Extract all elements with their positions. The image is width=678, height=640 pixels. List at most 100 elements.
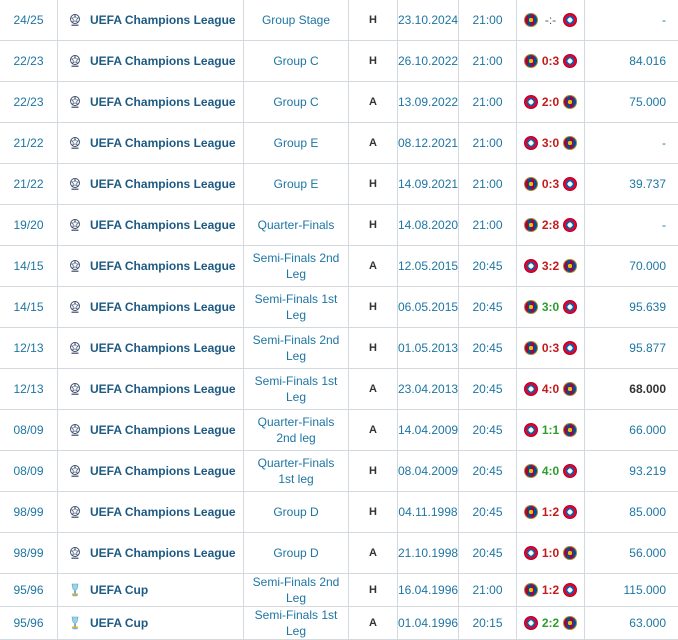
match-score-link[interactable]: 1:2: [542, 505, 559, 519]
competition-link[interactable]: UEFA Champions League: [90, 504, 236, 520]
bayern-munich-crest-icon[interactable]: [563, 218, 577, 232]
ucl-icon[interactable]: [68, 382, 82, 396]
fc-barcelona-crest-icon[interactable]: [524, 505, 538, 519]
fc-barcelona-crest-icon[interactable]: [524, 300, 538, 314]
result-cell: 3:0: [517, 287, 585, 328]
match-score-link[interactable]: -:-: [545, 13, 556, 27]
fc-barcelona-crest-icon[interactable]: [563, 616, 577, 630]
venue-cell: A: [349, 123, 398, 164]
fc-barcelona-crest-icon[interactable]: [524, 177, 538, 191]
attendance-cell: 70.000: [585, 246, 678, 287]
attendance-cell: 93.219: [585, 451, 678, 492]
competition-link[interactable]: UEFA Champions League: [90, 135, 236, 151]
competition-link[interactable]: UEFA Champions League: [90, 545, 236, 561]
bayern-munich-crest-icon[interactable]: [524, 546, 538, 560]
competition-link[interactable]: UEFA Champions League: [90, 12, 236, 28]
ucl-icon[interactable]: [68, 546, 82, 560]
bayern-munich-crest-icon[interactable]: [563, 13, 577, 27]
fc-barcelona-crest-icon[interactable]: [524, 464, 538, 478]
venue-cell: A: [349, 246, 398, 287]
attendance-cell: 84.016: [585, 41, 678, 82]
match-score-link[interactable]: 1:1: [542, 423, 559, 437]
fc-barcelona-crest-icon[interactable]: [563, 546, 577, 560]
match-score-link[interactable]: 0:3: [542, 177, 559, 191]
result-cell: 0:3: [517, 328, 585, 369]
fc-barcelona-crest-icon[interactable]: [524, 218, 538, 232]
venue-cell: H: [349, 492, 398, 533]
bayern-munich-crest-icon[interactable]: [524, 95, 538, 109]
round-cell: Group E: [244, 164, 349, 205]
bayern-munich-crest-icon[interactable]: [563, 54, 577, 68]
bayern-munich-crest-icon[interactable]: [563, 583, 577, 597]
uefa-cup-icon[interactable]: [68, 616, 82, 630]
matches-table-body: 24/25UEFA Champions LeagueGroup StageH23…: [0, 0, 678, 640]
bayern-munich-crest-icon[interactable]: [563, 177, 577, 191]
fc-barcelona-crest-icon[interactable]: [563, 136, 577, 150]
competition-link[interactable]: UEFA Champions League: [90, 422, 236, 438]
match-score-link[interactable]: 2:8: [542, 218, 559, 232]
match-score-link[interactable]: 4:0: [542, 464, 559, 478]
fc-barcelona-crest-icon[interactable]: [563, 382, 577, 396]
competition-link[interactable]: UEFA Champions League: [90, 340, 236, 356]
ucl-icon[interactable]: [68, 341, 82, 355]
table-row: 22/23UEFA Champions LeagueGroup CH26.10.…: [0, 41, 678, 82]
match-score-link[interactable]: 0:3: [542, 341, 559, 355]
bayern-munich-crest-icon[interactable]: [524, 382, 538, 396]
ucl-icon[interactable]: [68, 95, 82, 109]
ucl-icon[interactable]: [68, 13, 82, 27]
result-cell: 2:8: [517, 205, 585, 246]
ucl-icon[interactable]: [68, 136, 82, 150]
bayern-munich-crest-icon[interactable]: [524, 616, 538, 630]
fc-barcelona-crest-icon[interactable]: [524, 13, 538, 27]
venue-cell: A: [349, 607, 398, 640]
bayern-munich-crest-icon[interactable]: [563, 300, 577, 314]
competition-link[interactable]: UEFA Champions League: [90, 94, 236, 110]
competition-link[interactable]: UEFA Champions League: [90, 299, 236, 315]
round-cell: Semi-Finals 1st Leg: [244, 607, 349, 640]
result-cell: 1:0: [517, 533, 585, 574]
bayern-munich-crest-icon[interactable]: [563, 341, 577, 355]
competition-link[interactable]: UEFA Champions League: [90, 176, 236, 192]
fc-barcelona-crest-icon[interactable]: [563, 423, 577, 437]
fc-barcelona-crest-icon[interactable]: [524, 341, 538, 355]
match-score-link[interactable]: 3:0: [542, 300, 559, 314]
fc-barcelona-crest-icon[interactable]: [563, 259, 577, 273]
bayern-munich-crest-icon[interactable]: [524, 136, 538, 150]
match-score-link[interactable]: 3:2: [542, 259, 559, 273]
competition-link[interactable]: UEFA Champions League: [90, 53, 236, 69]
match-score-link[interactable]: 2:0: [542, 95, 559, 109]
ucl-icon[interactable]: [68, 505, 82, 519]
time-cell: 20:45: [459, 369, 517, 410]
competition-cell: UEFA Champions League: [58, 41, 244, 82]
match-score-link[interactable]: 1:2: [542, 583, 559, 597]
competition-link[interactable]: UEFA Champions League: [90, 217, 236, 233]
match-score-link[interactable]: 4:0: [542, 382, 559, 396]
match-score-link[interactable]: 0:3: [542, 54, 559, 68]
ucl-icon[interactable]: [68, 423, 82, 437]
competition-link[interactable]: UEFA Champions League: [90, 381, 236, 397]
bayern-munich-crest-icon[interactable]: [563, 464, 577, 478]
ucl-icon[interactable]: [68, 259, 82, 273]
match-score-link[interactable]: 2:2: [542, 616, 559, 630]
round-cell: Group D: [244, 533, 349, 574]
round-cell: Semi-Finals 1st Leg: [244, 369, 349, 410]
ucl-icon[interactable]: [68, 300, 82, 314]
competition-link[interactable]: UEFA Champions League: [90, 258, 236, 274]
bayern-munich-crest-icon[interactable]: [524, 259, 538, 273]
ucl-icon[interactable]: [68, 54, 82, 68]
ucl-icon[interactable]: [68, 218, 82, 232]
match-score-link[interactable]: 1:0: [542, 546, 559, 560]
uefa-cup-icon[interactable]: [68, 583, 82, 597]
competition-cell: UEFA Champions League: [58, 0, 244, 41]
fc-barcelona-crest-icon[interactable]: [524, 54, 538, 68]
ucl-icon[interactable]: [68, 464, 82, 478]
fc-barcelona-crest-icon[interactable]: [563, 95, 577, 109]
fc-barcelona-crest-icon[interactable]: [524, 583, 538, 597]
bayern-munich-crest-icon[interactable]: [524, 423, 538, 437]
bayern-munich-crest-icon[interactable]: [563, 505, 577, 519]
ucl-icon[interactable]: [68, 177, 82, 191]
competition-link[interactable]: UEFA Champions League: [90, 463, 236, 479]
competition-link[interactable]: UEFA Cup: [90, 615, 148, 631]
match-score-link[interactable]: 3:0: [542, 136, 559, 150]
competition-link[interactable]: UEFA Cup: [90, 582, 148, 598]
